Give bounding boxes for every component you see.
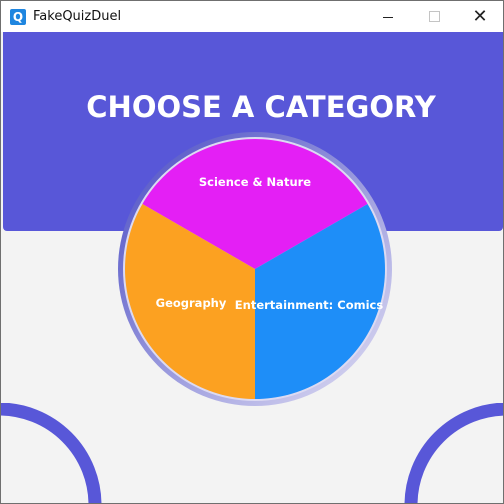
title-bar[interactable]: Q FakeQuizDuel ✕ — [1, 1, 503, 32]
category-label: Geography — [156, 296, 227, 310]
maximize-button[interactable] — [411, 1, 457, 32]
page-title: CHOOSE A CATEGORY — [86, 90, 436, 124]
minimize-icon — [383, 17, 393, 18]
corner-arc-left — [1, 403, 102, 503]
category-wheel: Science & Nature Entertainment: Comics Geo… — [118, 132, 392, 406]
window-title: FakeQuizDuel — [33, 9, 122, 24]
category-label: Entertainment: Comics — [235, 298, 384, 312]
maximize-icon — [429, 11, 440, 22]
corner-arc-left-shape — [1, 403, 102, 503]
corner-arc-right — [404, 403, 503, 503]
close-icon: ✕ — [472, 6, 488, 27]
app-window: Q FakeQuizDuel ✕ CHOOSE A CATEGORY Scien… — [0, 0, 504, 504]
category-label: Science & Nature — [199, 175, 311, 189]
minimize-button[interactable] — [365, 1, 411, 32]
app-logo-icon: Q — [10, 9, 26, 25]
close-button[interactable]: ✕ — [457, 1, 503, 32]
corner-arc-right-shape — [404, 403, 503, 503]
